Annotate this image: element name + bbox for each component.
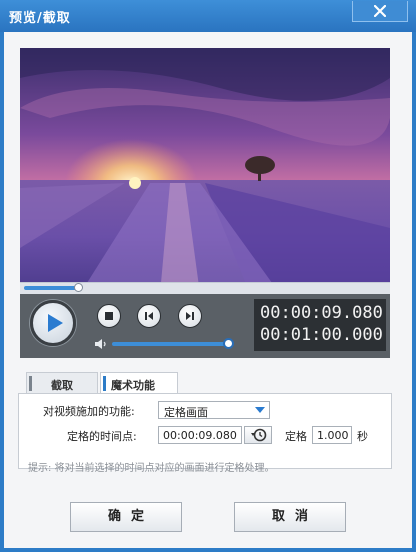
- stop-icon: [105, 312, 113, 320]
- tab-marker: [29, 376, 32, 391]
- freeze-time-field[interactable]: 00:00:09.080: [158, 426, 242, 444]
- magic-panel: 对视频施加的功能: 定格画面 定格的时间点: 00:00:09.080 定格 1…: [18, 393, 392, 469]
- volume-icon[interactable]: [94, 338, 108, 350]
- tab-capture-label: 截取: [51, 379, 73, 392]
- current-time: 00:00:09.080: [260, 303, 383, 323]
- freeze-duration-label: 定格: [285, 430, 307, 443]
- close-button[interactable]: [352, 1, 408, 22]
- tab-magic[interactable]: 魔术功能: [100, 372, 178, 395]
- seconds-unit: 秒: [357, 430, 368, 443]
- effect-label: 对视频施加的功能:: [43, 405, 135, 418]
- freeze-duration-field[interactable]: 1.000: [312, 426, 352, 444]
- freeze-time-label: 定格的时间点:: [67, 430, 137, 443]
- effect-select[interactable]: 定格画面: [158, 401, 270, 419]
- stop-button[interactable]: [97, 304, 121, 328]
- step-back-button[interactable]: [137, 304, 161, 328]
- window-title: 预览/截取: [9, 11, 71, 26]
- total-time: 00:01:00.000: [260, 325, 383, 345]
- tab-capture[interactable]: 截取: [26, 372, 98, 394]
- tab-marker-active: [103, 376, 106, 391]
- play-icon: [48, 314, 63, 332]
- effect-select-value: 定格画面: [164, 406, 208, 419]
- close-icon: [374, 5, 386, 17]
- step-forward-icon: [186, 312, 194, 320]
- time-display: 00:00:09.080 00:01:00.000: [254, 299, 386, 351]
- cancel-button[interactable]: 取消: [234, 502, 346, 532]
- video-preview: [20, 48, 390, 294]
- play-button[interactable]: [30, 300, 76, 346]
- hint-text: 提示: 将对当前选择的时间点对应的画面进行定格处理。: [28, 463, 275, 474]
- tab-magic-label: 魔术功能: [111, 379, 155, 392]
- step-forward-button[interactable]: [178, 304, 202, 328]
- step-back-icon: [145, 312, 153, 320]
- use-current-time-button[interactable]: [244, 426, 272, 444]
- title-bar[interactable]: 预览/截取: [0, 0, 416, 32]
- dialog-window: 预览/截取 00:00:09.080 00:01:00.000 截取 魔术功能 …: [0, 0, 416, 552]
- seek-progress: [24, 286, 78, 290]
- ok-button[interactable]: 确定: [70, 502, 182, 532]
- clock-icon: [251, 428, 267, 442]
- seek-handle[interactable]: [74, 283, 83, 292]
- volume-slider[interactable]: [112, 342, 230, 346]
- dialog-body: ⌄: [4, 32, 412, 548]
- playback-controls: 00:00:09.080 00:01:00.000: [20, 294, 390, 358]
- volume-handle[interactable]: [223, 338, 234, 349]
- chevron-down-icon: [255, 407, 265, 413]
